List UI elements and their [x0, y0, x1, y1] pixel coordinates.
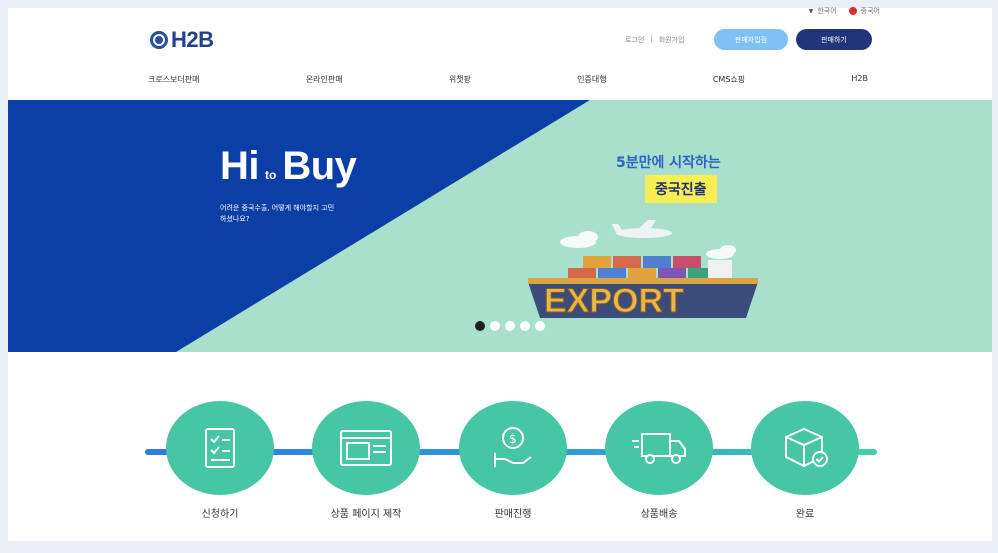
- svg-text:$: $: [509, 432, 517, 446]
- step-label: 상품배송: [640, 509, 678, 520]
- box-check-icon: [785, 427, 828, 468]
- process-step-delivery[interactable]: 상품배송: [605, 401, 713, 520]
- step-label: 완료: [795, 509, 815, 520]
- process-step-sales[interactable]: $ 판매진행: [459, 401, 567, 520]
- step-label: 판매진행: [494, 509, 532, 520]
- process-step-page-production[interactable]: 상품 페이지 제작: [312, 401, 420, 520]
- web-page-icon: [340, 430, 392, 466]
- process-step-apply[interactable]: 신청하기: [166, 401, 274, 520]
- page-frame: ▼ 한국어 중국어 H2B 로그인 | 회원가입 판매자입점 판매하기 크로스보…: [0, 0, 998, 553]
- document-checklist-icon: [205, 428, 235, 468]
- step-circle: [312, 401, 420, 495]
- step-circle: [605, 401, 713, 495]
- delivery-truck-icon: [632, 433, 686, 464]
- process-step-complete[interactable]: 완료: [751, 401, 859, 520]
- step-label: 신청하기: [201, 509, 239, 520]
- step-circle: [751, 401, 859, 495]
- step-circle: $: [459, 401, 567, 495]
- step-circle: [166, 401, 274, 495]
- money-hand-icon: $: [494, 427, 532, 467]
- step-label: 상품 페이지 제작: [330, 509, 402, 520]
